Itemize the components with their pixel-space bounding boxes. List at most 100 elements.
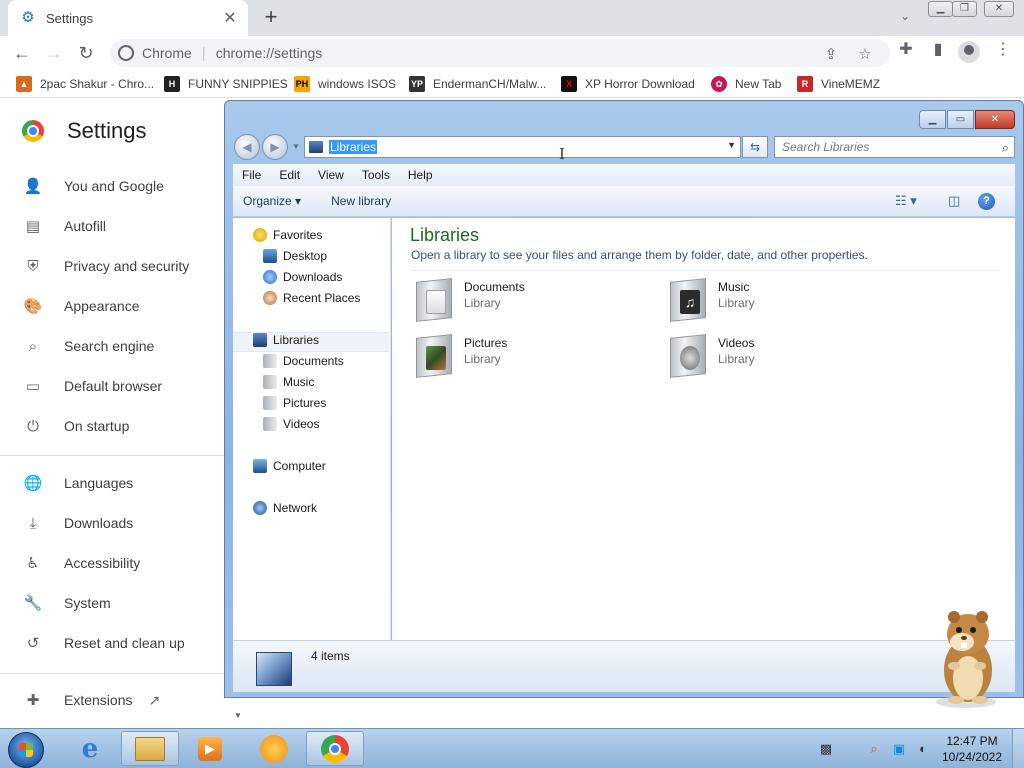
volume-icon[interactable]: ◐ xyxy=(915,741,931,757)
nav-recent-places[interactable]: Recent Places xyxy=(263,291,360,305)
clock[interactable]: 12:47 PM 10/24/2022 xyxy=(936,733,1008,765)
bookmark-item[interactable]: ▲ 2pac Shakur - Chro... xyxy=(16,76,154,92)
tab-settings[interactable]: ⚙ Settings ✕ xyxy=(8,0,248,36)
bookmark-label: windows ISOS xyxy=(318,77,397,91)
new-tab-button[interactable]: + xyxy=(259,4,283,30)
library-type: Library xyxy=(464,352,501,366)
organize-button[interactable]: Organize ▾ xyxy=(243,194,301,208)
address-field[interactable]: Libraries ▼ xyxy=(304,136,741,158)
nav-videos[interactable]: Videos xyxy=(263,417,319,431)
profile-avatar[interactable] xyxy=(958,41,980,63)
address-dropdown-icon[interactable]: ▼ xyxy=(727,140,736,150)
bookmark-star-icon[interactable]: ☆ xyxy=(856,46,874,64)
sidebar-item-search-engine[interactable]: ⌕ Search engine xyxy=(22,334,155,358)
preview-pane-icon[interactable]: ◫ xyxy=(948,193,960,209)
menu-help[interactable]: Help xyxy=(399,168,442,182)
explorer-maximize-button[interactable]: ▭ xyxy=(947,110,974,129)
nav-label: Music xyxy=(283,375,315,389)
media-player-taskbar-button[interactable]: ▶ xyxy=(181,731,239,766)
extensions-puzzle-icon[interactable]: ✚ xyxy=(896,40,916,60)
address-bar[interactable]: Chrome | chrome://settings ⇪ ☆ xyxy=(110,39,890,67)
sidebar-item-reset[interactable]: ↺ Reset and clean up xyxy=(22,631,185,655)
explorer-close-button[interactable]: ✕ xyxy=(975,110,1015,129)
new-library-button[interactable]: New library xyxy=(331,194,391,208)
internet-explorer-taskbar-button[interactable]: e xyxy=(61,731,119,766)
bookmark-item[interactable]: H FUNNY SNIPPIES xyxy=(164,76,288,92)
address-text[interactable]: Libraries xyxy=(329,140,378,154)
omnibox-url[interactable]: chrome://settings xyxy=(216,45,323,61)
sidebar-item-on-startup[interactable]: ⏻ On startup xyxy=(22,414,129,438)
restore-button[interactable]: ❐ xyxy=(952,1,977,17)
sidebar-item-accessibility[interactable]: ♿ Accessibility xyxy=(22,551,140,575)
site-info-icon[interactable] xyxy=(118,45,134,61)
search-icon[interactable]: ⌕ xyxy=(1002,138,1009,158)
search-tray-icon[interactable]: ⌕ xyxy=(866,741,882,757)
network-tray-icon[interactable]: ▣ xyxy=(891,741,907,757)
tab-search-chevron-icon[interactable]: ⌄ xyxy=(895,6,915,26)
browser-window-icon: ▭ xyxy=(25,378,41,395)
view-options-icon[interactable]: ☷ ▾ xyxy=(895,193,917,209)
sidebar-item-languages[interactable]: 🌐 Languages xyxy=(22,471,134,495)
sidebar-item-default-browser[interactable]: ▭ Default browser xyxy=(22,374,162,398)
menu-file[interactable]: File xyxy=(233,168,270,182)
menu-tools[interactable]: Tools xyxy=(353,168,399,182)
sidebar-item-system[interactable]: 🔧 System xyxy=(22,591,111,615)
sidebar-item-appearance[interactable]: 🎨 Appearance xyxy=(22,294,140,318)
bookmark-item[interactable]: PH windows ISOS xyxy=(294,76,396,92)
omnibox-separator: | xyxy=(201,44,206,62)
search-input[interactable]: Search Libraries ⌕ xyxy=(774,136,1015,158)
bookmark-item[interactable]: R VineMEMZ xyxy=(797,76,880,92)
scroll-down-arrow-icon[interactable]: ▼ xyxy=(234,711,242,720)
desktop-icon xyxy=(263,249,277,263)
sidebar-item-privacy[interactable]: ⛨ Privacy and security xyxy=(22,254,189,278)
menu-dots-icon[interactable]: ⋮ xyxy=(993,40,1013,60)
nav-desktop[interactable]: Desktop xyxy=(263,249,327,263)
nav-label: Computer xyxy=(273,459,326,473)
library-item-documents[interactable]: Documents Library xyxy=(412,276,525,322)
library-item-music[interactable]: ♫ Music Library xyxy=(666,276,755,322)
app-taskbar-button[interactable] xyxy=(245,731,303,766)
nav-computer[interactable]: Computer xyxy=(253,459,326,473)
chrome-taskbar-button[interactable] xyxy=(306,731,364,766)
menu-view[interactable]: View xyxy=(309,168,353,182)
explorer-minimize-button[interactable]: ▁ xyxy=(919,110,946,129)
share-icon[interactable]: ⇪ xyxy=(822,46,840,64)
sidebar-item-label: You and Google xyxy=(64,178,164,194)
show-desktop-button[interactable] xyxy=(1012,729,1024,768)
back-arrow-icon[interactable]: ← xyxy=(9,40,35,66)
nav-downloads[interactable]: Downloads xyxy=(263,270,342,284)
menu-edit[interactable]: Edit xyxy=(270,168,309,182)
forward-arrow-icon[interactable]: → xyxy=(41,40,67,66)
recent-pages-chevron-icon[interactable]: ▼ xyxy=(292,142,300,151)
sidebar-item-extensions[interactable]: ✚ Extensions ↗ xyxy=(22,688,161,712)
help-icon[interactable]: ? xyxy=(978,193,995,210)
refresh-icon[interactable]: ⇆ xyxy=(742,136,768,158)
close-window-button[interactable]: ✕ xyxy=(984,1,1014,17)
ph-logo-icon: PH xyxy=(294,76,310,92)
bookmark-item[interactable]: YP EndermanCH/Malw... xyxy=(409,76,546,92)
nav-network[interactable]: Network xyxy=(253,501,317,515)
sidebar-item-you-and-google[interactable]: 👤 You and Google xyxy=(22,174,164,198)
library-item-videos[interactable]: Videos Library xyxy=(666,332,755,378)
side-panel-icon[interactable]: ▮ xyxy=(928,40,948,60)
reload-icon[interactable]: ↻ xyxy=(73,40,99,66)
nav-documents[interactable]: Documents xyxy=(263,354,344,368)
library-item-pictures[interactable]: Pictures Library xyxy=(412,332,507,378)
action-center-icon[interactable]: ▩ xyxy=(818,741,834,757)
nav-pictures[interactable]: Pictures xyxy=(263,396,326,410)
sidebar-item-downloads[interactable]: ⤓ Downloads xyxy=(22,511,134,535)
close-tab-icon[interactable]: ✕ xyxy=(222,8,238,28)
back-arrow-icon[interactable]: ◀ xyxy=(234,134,260,160)
sidebar-item-label: Search engine xyxy=(64,338,155,354)
nav-libraries[interactable]: Libraries xyxy=(253,333,319,347)
bookmark-item[interactable]: ✿ New Tab xyxy=(711,76,781,92)
sidebar-item-autofill[interactable]: ▤ Autofill xyxy=(22,214,106,238)
nav-favorites[interactable]: Favorites xyxy=(253,228,322,242)
globe-icon: 🌐 xyxy=(23,475,43,492)
bookmark-item[interactable]: X XP Horror Download xyxy=(561,76,695,92)
start-button[interactable] xyxy=(8,732,44,768)
nav-music[interactable]: Music xyxy=(263,375,314,389)
minimize-button[interactable]: ▁ xyxy=(928,1,953,17)
forward-arrow-icon[interactable]: ▶ xyxy=(262,134,288,160)
explorer-taskbar-button[interactable] xyxy=(121,731,179,766)
